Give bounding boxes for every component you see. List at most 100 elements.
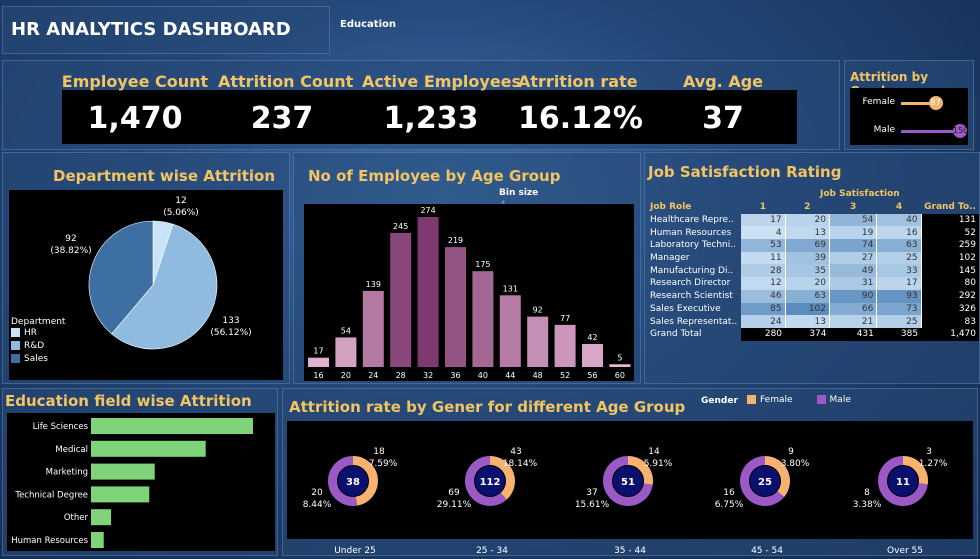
table-row: Laboratory Techni.. 53 69 74 63 259 [647,239,979,252]
table-cell: 21 [829,315,878,328]
pie-legend-item[interactable]: Sales [11,354,48,367]
donut-female-percent: 1.27% [919,459,948,469]
table-cell: 66 [829,302,878,316]
table-cell: 326 [921,302,979,316]
age-bar[interactable] [445,247,466,367]
age-axis-tick: 48 [533,371,543,380]
donut-male-value: 16 [723,488,735,498]
gender-bar [901,130,959,133]
table-cell: 25 [876,251,922,265]
age-axis-tick: 52 [560,371,570,380]
education-bar[interactable] [91,532,104,548]
age-axis-tick: 60 [615,371,625,380]
table-cell: 16 [876,226,922,240]
pie-slice-percent: (38.82%) [50,246,91,256]
education-bar[interactable] [91,486,150,503]
age-bar[interactable] [362,290,384,367]
education-category-label: Other [64,513,89,523]
dashboard-title: HR ANALYTICS DASHBOARD [11,19,291,40]
table-header-cell: 3 [850,202,857,213]
table-header-cell: 1 [759,202,767,213]
donut-male-percent: 3.38% [853,500,882,510]
table-cell: 102 [785,302,831,316]
table-cell: 73 [876,302,922,316]
table-cell: 46 [740,289,786,303]
pie-slice-value: 92 [65,234,76,244]
table-cell: 4 [740,226,786,240]
age-bar[interactable] [609,364,631,367]
education-category-label: Technical Degree [14,490,88,500]
age-bar-value: 17 [313,347,323,356]
table-row: Sales Representat.. 24 13 21 25 83 [647,315,979,328]
table-cell: 13 [785,226,831,240]
table-row: Research Director 12 20 31 17 80 [647,277,979,290]
age-bar[interactable] [390,232,412,367]
gender-row-label: Female [862,97,895,107]
education-bar[interactable] [91,440,206,457]
donut-total: 51 [621,477,635,488]
table-cell: 63 [876,239,922,252]
department-legend-title: Department [11,317,66,327]
age-bar-value: 245 [393,222,408,231]
donut-female-percent: 7.59% [369,459,398,469]
education-filter-label: Education [340,19,396,30]
donut-total: 38 [346,477,360,488]
table-cell: 13 [785,315,831,328]
education-filter-value[interactable]: All [340,32,351,42]
table-cell: 12 [740,277,786,290]
education-category-label: Marketing [46,468,88,478]
age-bar[interactable] [499,295,521,367]
kpi-label: Attrition Count [218,72,354,91]
table-cell: 69 [785,239,831,252]
kpi-label: Employee Count [61,72,209,91]
table-cell: 31 [829,277,878,290]
age-bar[interactable] [335,337,357,367]
education-bar[interactable] [91,418,253,434]
table-total-row: Grand Total 280 374 431 385 1,470 [647,327,979,341]
pie-legend-item[interactable]: R&D [11,341,48,354]
age-bar-value: 219 [448,236,463,245]
job-satisfaction-table: Job Role 1 2 3 4 Grand To.. Healthcare Repre..… [647,201,979,341]
donut-total: 25 [758,477,772,488]
table-cell: 93 [876,289,922,303]
table-cell: Research Director [650,278,731,289]
education-bar-chart: Life Sciences Medical Marketing Technical D… [11,418,253,548]
age-bar[interactable] [308,357,329,367]
table-cell: 33 [876,264,922,278]
age-bar[interactable] [582,344,603,367]
donut-female-value: 43 [510,447,521,457]
age-group-bar-chart: 17 16 54 20 139 24 245 28 274 32 219 36 175 40 131 44 92… [308,206,631,380]
table-cell: 102 [921,251,979,265]
table-header-cell: Job Role [650,202,692,213]
age-axis-tick: 32 [423,371,433,380]
age-bar-value: 274 [420,206,435,215]
age-bar[interactable] [417,217,439,367]
table-cell: 54 [829,213,878,227]
donut-male-percent: 29.11% [437,500,472,510]
table-header-cell: Grand To.. [924,202,976,213]
education-bar[interactable] [91,463,155,480]
legend-swatch [11,328,20,337]
age-axis-tick: 44 [505,371,515,380]
age-axis-tick: 16 [313,371,323,380]
age-group-label: Under 25 [334,546,376,555]
donut-male-value: 8 [864,488,870,498]
legend-label: HR [24,328,38,338]
kpi-label: Avg. Age [682,72,764,91]
table-cell: 20 [785,213,831,227]
pie-legend-item[interactable]: HR [11,328,48,341]
table-cell: 27 [829,251,878,265]
donut-male-percent: 8.44% [303,500,332,510]
education-bar[interactable] [91,509,112,526]
age-bar[interactable] [472,271,494,367]
age-bar-value: 54 [341,326,351,335]
table-cell: Healthcare Repre.. [650,215,734,226]
age-bar[interactable] [527,316,549,367]
table-cell: Research Scientist [650,291,733,302]
age-group-label: 45 - 54 [751,546,783,555]
age-bar[interactable] [554,324,576,367]
table-header-cell: 2 [804,202,811,213]
donut-male-percent: 6.75% [715,500,744,510]
pie-slice-percent: (56.12%) [210,328,251,338]
age-bar-value: 139 [366,280,381,289]
